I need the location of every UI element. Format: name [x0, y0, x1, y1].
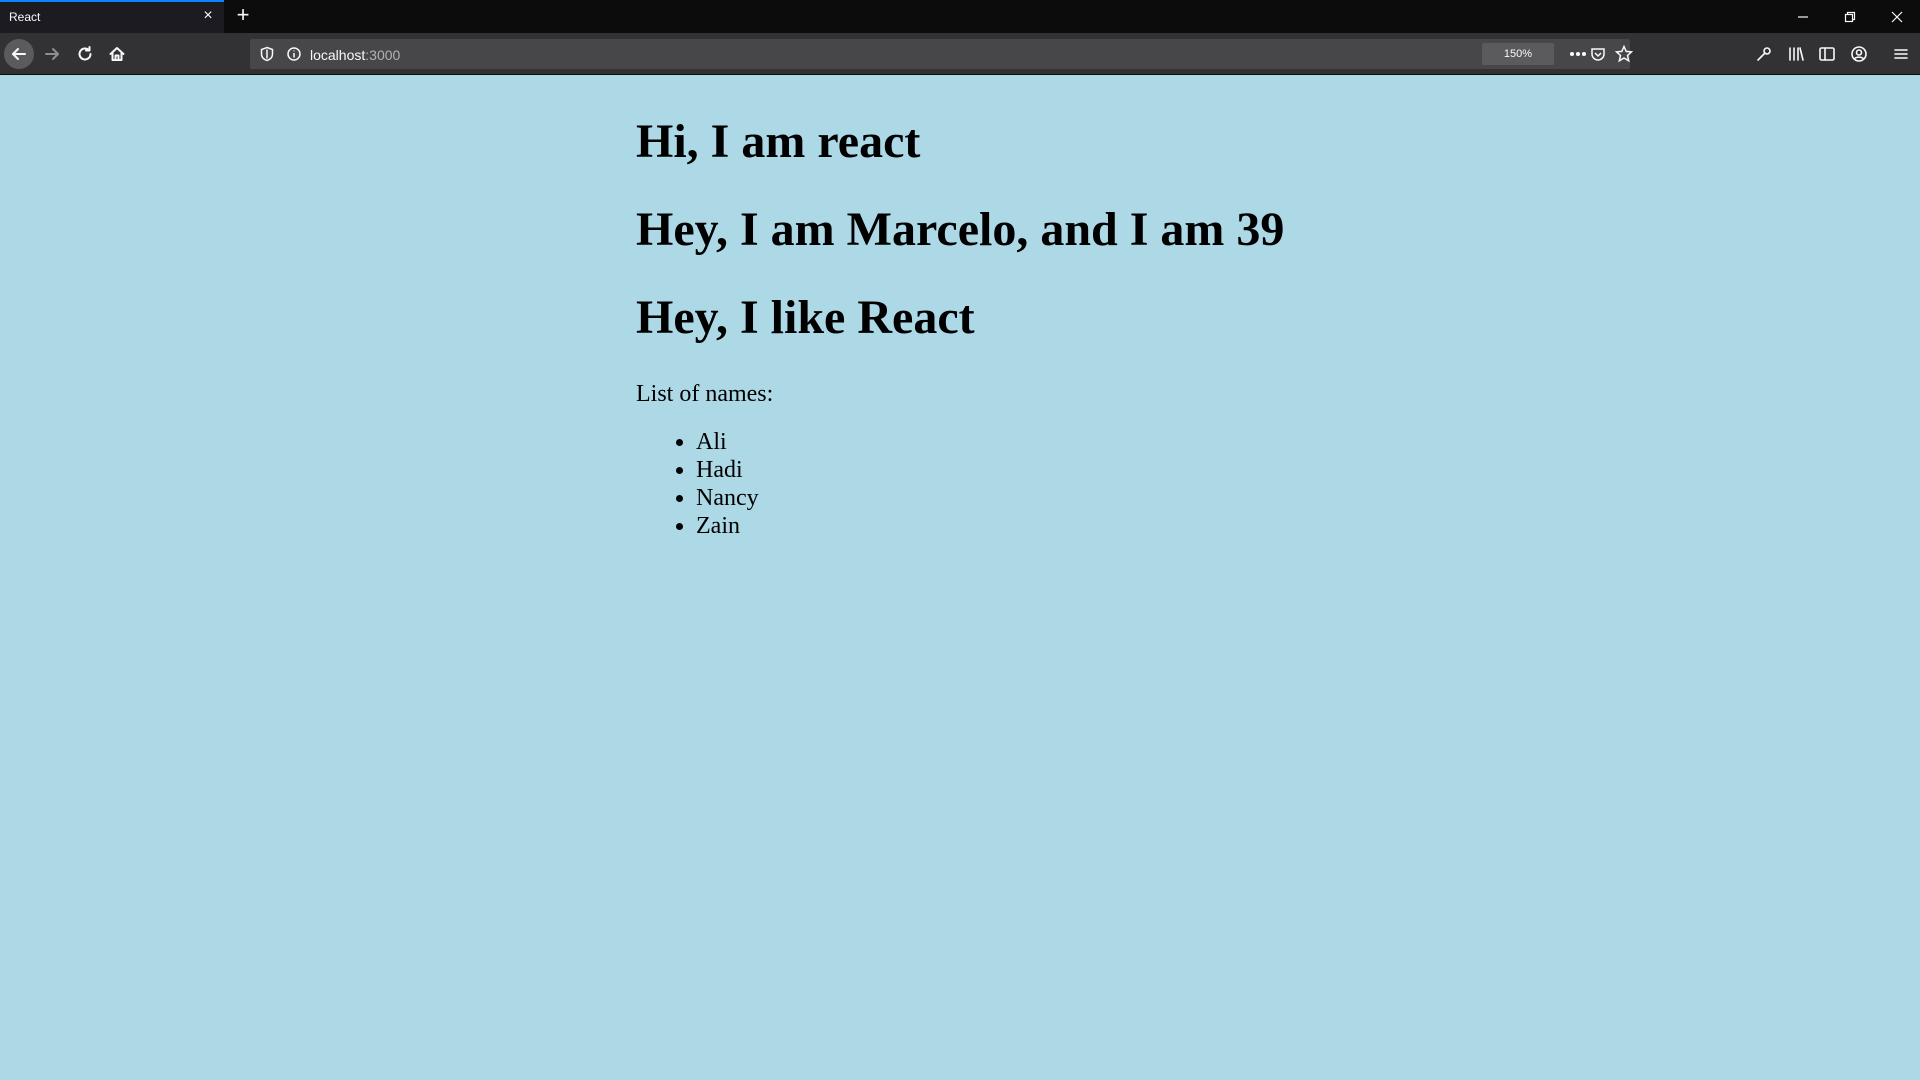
- tab-active-indicator: [0, 0, 224, 2]
- list-item: Hadi: [696, 456, 1284, 484]
- minimize-icon[interactable]: [1780, 0, 1826, 33]
- names-list: Ali Hadi Nancy Zain: [636, 428, 1284, 540]
- navigation-toolbar: localhost:3000 150%: [0, 33, 1920, 75]
- list-item: Ali: [696, 428, 1284, 456]
- bookmark-star-icon[interactable]: [1614, 45, 1634, 63]
- url-text[interactable]: localhost:3000: [310, 47, 400, 63]
- page-actions-icon[interactable]: [1568, 45, 1588, 63]
- library-icon[interactable]: [1784, 42, 1808, 66]
- list-item: Nancy: [696, 484, 1284, 512]
- page-body: Hi, I am react Hey, I am Marcelo, and I …: [636, 114, 1284, 540]
- sidebar-toggle-icon[interactable]: [1815, 42, 1839, 66]
- close-tab-icon[interactable]: ×: [200, 8, 216, 24]
- developer-tools-wrench-icon[interactable]: [1752, 42, 1776, 66]
- tab-react[interactable]: React ×: [0, 0, 224, 33]
- title-bar: React × +: [0, 0, 1920, 33]
- list-item: Zain: [696, 512, 1284, 540]
- tab-title: React: [9, 10, 41, 24]
- heading-introduction: Hey, I am Marcelo, and I am 39: [636, 203, 1285, 256]
- heading-greeting: Hi, I am react: [636, 115, 921, 168]
- back-icon[interactable]: [4, 39, 34, 69]
- menu-hamburger-icon[interactable]: [1889, 42, 1913, 66]
- page-viewport: Hi, I am react Hey, I am Marcelo, and I …: [0, 75, 1920, 1080]
- pocket-icon[interactable]: [1588, 45, 1608, 63]
- url-host: localhost: [310, 47, 366, 63]
- home-icon[interactable]: [102, 39, 132, 69]
- names-list-label: List of names:: [636, 381, 774, 407]
- forward-icon[interactable]: [37, 39, 67, 69]
- address-bar[interactable]: localhost:3000 150%: [250, 39, 1633, 69]
- reload-icon[interactable]: [70, 39, 100, 69]
- zoom-level-button[interactable]: 150%: [1482, 43, 1554, 65]
- close-window-icon[interactable]: [1874, 0, 1920, 33]
- new-tab-icon[interactable]: +: [232, 4, 254, 27]
- restore-icon[interactable]: [1827, 0, 1873, 33]
- heading-preference: Hey, I like React: [636, 291, 975, 344]
- account-icon[interactable]: [1847, 42, 1871, 66]
- tracking-protection-shield-icon[interactable]: [260, 46, 274, 67]
- site-info-icon[interactable]: [286, 46, 302, 67]
- url-port: :3000: [365, 47, 401, 63]
